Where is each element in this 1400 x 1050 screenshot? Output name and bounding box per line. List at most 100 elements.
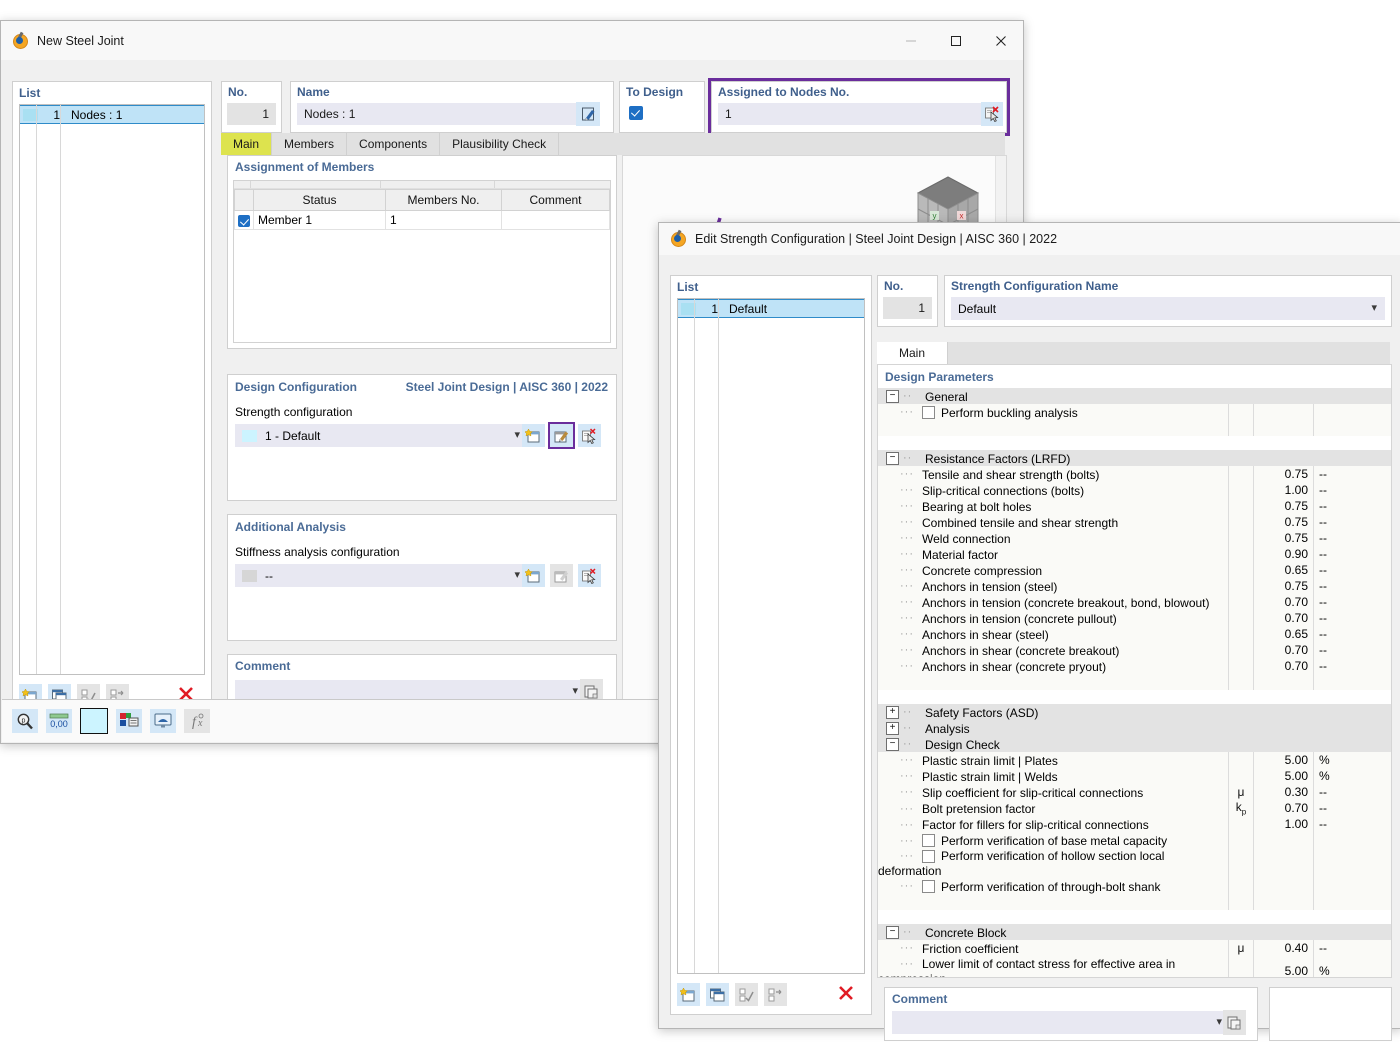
tree-row-value[interactable]: 0.75 bbox=[1254, 530, 1314, 546]
delete-strength-config-icon[interactable] bbox=[578, 424, 601, 447]
name-input[interactable]: Nodes : 1 bbox=[297, 103, 585, 125]
tree-row-value[interactable]: 0.70 bbox=[1254, 610, 1314, 626]
tree-row-value[interactable]: 0.90 bbox=[1254, 546, 1314, 562]
config-list[interactable]: 1 Default bbox=[677, 298, 865, 974]
row-checkbox-cell[interactable] bbox=[235, 211, 254, 230]
tree-row-value[interactable]: 0.40 bbox=[1254, 940, 1314, 956]
zoom-icon[interactable]: p bbox=[12, 709, 38, 733]
tree-row-combined-tensile-and-shear-strength[interactable]: ···Combined tensile and shear strength0.… bbox=[878, 514, 1391, 530]
minimize-button[interactable] bbox=[888, 21, 933, 60]
tree-row-anchors-in-shear-steel[interactable]: ···Anchors in shear (steel)0.65-- bbox=[878, 626, 1391, 642]
edit-name-icon[interactable] bbox=[576, 102, 600, 126]
tree-group-design-check[interactable]: −··Design Check bbox=[878, 736, 1391, 752]
tree-row-bearing-at-bolt-holes[interactable]: ···Bearing at bolt holes0.75-- bbox=[878, 498, 1391, 514]
comment-combo[interactable]: ▾ bbox=[892, 1011, 1230, 1034]
strength-config-combo[interactable]: 1 - Default ▾ bbox=[235, 424, 528, 447]
copy-icon[interactable] bbox=[706, 983, 729, 1006]
tree-group-resistance-factors-lrfd[interactable]: −··Resistance Factors (LRFD) bbox=[878, 450, 1391, 466]
tree-row-concrete-compression[interactable]: ···Concrete compression0.65-- bbox=[878, 562, 1391, 578]
tree-row-value[interactable]: 0.70 bbox=[1254, 658, 1314, 674]
collapse-icon[interactable]: − bbox=[886, 926, 899, 939]
expand-icon[interactable]: + bbox=[886, 722, 899, 735]
tree-row-friction-coefficient[interactable]: ···Friction coefficientμ0.40-- bbox=[878, 940, 1391, 956]
th-members-no[interactable]: Members No. bbox=[386, 190, 502, 211]
tree-row-lower-limit-of-contact-stress-for-effective-area-in-compression[interactable]: ···Lower limit of contact stress for eff… bbox=[878, 956, 1391, 977]
tree-row-plastic-strain-limit-plates[interactable]: ···Plastic strain limit | Plates5.00% bbox=[878, 752, 1391, 768]
stiffness-config-combo[interactable]: -- ▾ bbox=[235, 564, 528, 587]
checkbox-perform-buckling-analysis[interactable] bbox=[922, 406, 935, 419]
comment-paste-icon[interactable] bbox=[1223, 1010, 1246, 1035]
tree-row-value[interactable]: 5.00 bbox=[1254, 768, 1314, 784]
tab-main[interactable]: Main bbox=[877, 342, 948, 364]
expand-icon[interactable]: + bbox=[886, 706, 899, 719]
tree-row-value[interactable]: 0.65 bbox=[1254, 562, 1314, 578]
tree-row-value[interactable]: 0.75 bbox=[1254, 578, 1314, 594]
new-stiffness-config-icon[interactable] bbox=[522, 564, 545, 587]
tree-row-perform-verification-of-base-metal-capacity[interactable]: ···Perform verification of base metal ca… bbox=[878, 832, 1391, 848]
delete-stiffness-config-icon[interactable] bbox=[578, 564, 601, 587]
tree-row-value[interactable] bbox=[1254, 848, 1314, 878]
maximize-button[interactable] bbox=[933, 21, 978, 60]
tab-members[interactable]: Members bbox=[272, 133, 347, 155]
tree-row-value[interactable]: 5.00 bbox=[1254, 956, 1314, 977]
tree-group-concrete-block[interactable]: −··Concrete Block bbox=[878, 924, 1391, 940]
tree-row-perform-buckling-analysis[interactable]: ···Perform buckling analysis bbox=[878, 404, 1391, 420]
config-name-combo[interactable]: Default ▾ bbox=[951, 297, 1385, 320]
tree-row-value[interactable] bbox=[1254, 404, 1314, 420]
pick-nodes-icon[interactable] bbox=[981, 102, 1003, 126]
delete-icon[interactable] bbox=[837, 984, 865, 1005]
tab-main[interactable]: Main bbox=[221, 133, 272, 155]
tree-row-factor-for-fillers-for-slip-critical-connections[interactable]: ···Factor for fillers for slip-critical … bbox=[878, 816, 1391, 832]
checkbox-perform-verification-of-hollow-section-local-deformation[interactable] bbox=[922, 850, 935, 863]
checkbox-perform-verification-of-base-metal-capacity[interactable] bbox=[922, 834, 935, 847]
tree-row-bolt-pretension-factor[interactable]: ···Bolt pretension factorkp0.70-- bbox=[878, 800, 1391, 816]
tree-row-slip-critical-connections-bolts[interactable]: ···Slip-critical connections (bolts)1.00… bbox=[878, 482, 1391, 498]
tree-row-slip-coefficient-for-slip-critical-connections[interactable]: ···Slip coefficient for slip-critical co… bbox=[878, 784, 1391, 800]
tree-row-value[interactable]: 0.30 bbox=[1254, 784, 1314, 800]
tree-row-value[interactable]: 1.00 bbox=[1254, 482, 1314, 498]
tree-row-value[interactable]: 0.70 bbox=[1254, 642, 1314, 658]
tree-row-value[interactable]: 1.00 bbox=[1254, 816, 1314, 832]
tree-row-value[interactable]: 0.70 bbox=[1254, 594, 1314, 610]
tab-components[interactable]: Components bbox=[347, 133, 440, 155]
edit-strength-config-icon[interactable] bbox=[550, 424, 573, 447]
tree-row-value[interactable]: 5.00 bbox=[1254, 752, 1314, 768]
legend-icon[interactable] bbox=[116, 709, 142, 733]
collapse-icon[interactable]: − bbox=[886, 738, 899, 751]
close-button[interactable] bbox=[978, 21, 1023, 60]
tab-plausibility-check[interactable]: Plausibility Check bbox=[440, 133, 559, 155]
tree-row-perform-verification-of-through-bolt-shank[interactable]: ···Perform verification of through-bolt … bbox=[878, 878, 1391, 894]
new-strength-config-icon[interactable] bbox=[522, 424, 545, 447]
th-comment[interactable]: Comment bbox=[502, 190, 610, 211]
tree-row-value[interactable]: 0.75 bbox=[1254, 466, 1314, 482]
tree-row-value[interactable]: 0.65 bbox=[1254, 626, 1314, 642]
tree-row-anchors-in-shear-concrete-pryout[interactable]: ···Anchors in shear (concrete pryout)0.7… bbox=[878, 658, 1391, 674]
tree-row-value[interactable]: 0.75 bbox=[1254, 514, 1314, 530]
tree-row-tensile-and-shear-strength-bolts[interactable]: ···Tensile and shear strength (bolts)0.7… bbox=[878, 466, 1391, 482]
list-item[interactable]: 1 Default bbox=[678, 299, 864, 318]
chevron-down-icon[interactable]: ▾ bbox=[1371, 303, 1381, 314]
color-swatch-icon[interactable] bbox=[80, 708, 108, 734]
table-row[interactable]: Member 1 1 bbox=[235, 211, 610, 230]
tree-row-plastic-strain-limit-welds[interactable]: ···Plastic strain limit | Welds5.00% bbox=[878, 768, 1391, 784]
to-design-checkbox[interactable] bbox=[629, 106, 643, 120]
checkbox-perform-verification-of-through-bolt-shank[interactable] bbox=[922, 880, 935, 893]
tree-row-value[interactable]: 0.70 bbox=[1254, 800, 1314, 816]
collapse-icon[interactable]: − bbox=[886, 452, 899, 465]
list-item[interactable]: 1 Nodes : 1 bbox=[20, 105, 204, 124]
collapse-icon[interactable]: − bbox=[886, 390, 899, 403]
tree-group-safety-factors-asd[interactable]: +··Safety Factors (ASD) bbox=[878, 704, 1391, 720]
tree-row-value[interactable] bbox=[1254, 878, 1314, 894]
tree-row-anchors-in-tension-concrete-pullout[interactable]: ···Anchors in tension (concrete pullout)… bbox=[878, 610, 1391, 626]
assigned-nodes-input[interactable]: 1 bbox=[718, 103, 990, 125]
design-parameters-tree[interactable]: −··General···Perform buckling analysis −… bbox=[878, 388, 1391, 977]
row-checkbox[interactable] bbox=[238, 215, 250, 227]
tree-row-anchors-in-shear-concrete-breakout[interactable]: ···Anchors in shear (concrete breakout)0… bbox=[878, 642, 1391, 658]
property-tree-table[interactable]: −··General···Perform buckling analysis −… bbox=[878, 388, 1391, 977]
render-icon[interactable] bbox=[150, 709, 176, 733]
tree-row-weld-connection[interactable]: ···Weld connection0.75-- bbox=[878, 530, 1391, 546]
tree-row-material-factor[interactable]: ···Material factor0.90-- bbox=[878, 546, 1391, 562]
tree-row-value[interactable] bbox=[1254, 832, 1314, 848]
tree-group-analysis[interactable]: +··Analysis bbox=[878, 720, 1391, 736]
tree-row-anchors-in-tension-steel[interactable]: ···Anchors in tension (steel)0.75-- bbox=[878, 578, 1391, 594]
